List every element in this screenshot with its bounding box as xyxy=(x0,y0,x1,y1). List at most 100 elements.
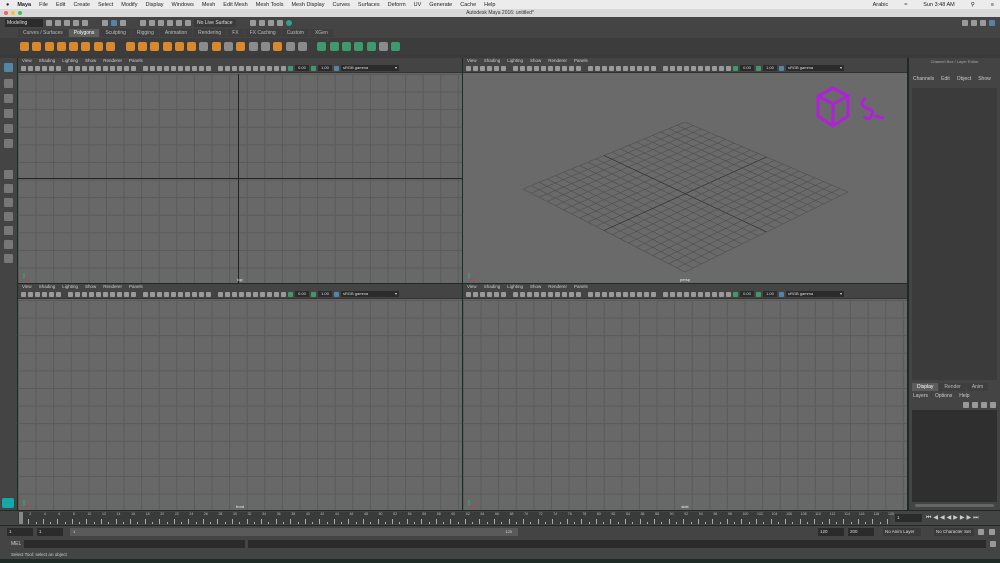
play-forward-icon[interactable]: ▶ xyxy=(953,514,958,522)
move-layer-down-icon[interactable] xyxy=(972,402,978,408)
viewport-tool-icon[interactable] xyxy=(670,291,675,297)
viewport-tool-icon[interactable] xyxy=(218,291,223,297)
insert-edge-loop-icon[interactable] xyxy=(248,42,258,51)
exposure-field[interactable]: 0.00 xyxy=(740,65,754,71)
viewport-tool-icon[interactable] xyxy=(89,291,94,297)
viewport-tool-icon[interactable] xyxy=(131,291,136,297)
viewport-tool-icon[interactable] xyxy=(192,65,197,71)
color-management-icon[interactable] xyxy=(779,291,784,297)
menu-create[interactable]: Create xyxy=(73,2,90,8)
viewport-tool-icon[interactable] xyxy=(602,291,607,297)
viewport-tool-icon[interactable] xyxy=(206,65,211,71)
minimize-button[interactable] xyxy=(11,11,15,15)
append-icon[interactable] xyxy=(224,42,234,51)
uv-editor-icon[interactable] xyxy=(366,42,376,51)
viewport-tool-icon[interactable] xyxy=(663,65,668,71)
viewport-tool-icon[interactable] xyxy=(35,65,40,71)
exposure-field[interactable]: 0.00 xyxy=(295,65,309,71)
step-back-key-icon[interactable]: ◀ xyxy=(933,514,938,522)
layer-tab-display[interactable]: Display xyxy=(912,383,939,391)
open-scene-icon[interactable] xyxy=(55,19,61,26)
apple-icon[interactable]: ● xyxy=(6,2,9,8)
menu-edit-mesh[interactable]: Edit Mesh xyxy=(223,2,247,8)
new-scene-icon[interactable] xyxy=(46,19,52,26)
gamma-field[interactable]: 1.00 xyxy=(318,291,332,297)
viewport-tool-icon[interactable] xyxy=(562,65,567,71)
menu-mesh-tools[interactable]: Mesh Tools xyxy=(256,2,284,8)
snap-plane-icon[interactable] xyxy=(167,19,173,26)
viewport-tool-icon[interactable] xyxy=(42,65,47,71)
new-layer-selected-icon[interactable] xyxy=(990,402,996,408)
menu-mesh-display[interactable]: Mesh Display xyxy=(291,2,324,8)
viewport-tool-icon[interactable] xyxy=(630,65,635,71)
gamma-field[interactable]: 1.00 xyxy=(763,291,777,297)
viewport-tool-icon[interactable] xyxy=(548,291,553,297)
viewport-tool-icon[interactable] xyxy=(616,65,621,71)
viewport-canvas[interactable]: side xyxy=(463,300,907,510)
mode-selector[interactable]: Modeling xyxy=(5,18,43,27)
viewport-tool-icon[interactable] xyxy=(670,65,675,71)
new-layer-icon[interactable] xyxy=(981,402,987,408)
viewport-tool-icon[interactable] xyxy=(185,291,190,297)
viewport-tool-icon[interactable] xyxy=(527,291,532,297)
color-space-dropdown[interactable]: sRGB gamma ▾ xyxy=(341,65,399,71)
uv-planar-icon[interactable] xyxy=(317,42,327,51)
viewport-tool-icon[interactable] xyxy=(602,65,607,71)
layers-menu[interactable]: Layers xyxy=(913,393,928,399)
channel-list[interactable] xyxy=(912,88,997,380)
viewport-tool-icon[interactable] xyxy=(513,65,518,71)
step-forward-key-icon[interactable]: ▶ xyxy=(967,514,972,522)
viewport-tool-icon[interactable] xyxy=(520,65,525,71)
viewport-tool-icon[interactable] xyxy=(562,291,567,297)
object-menu[interactable]: Object xyxy=(957,76,971,82)
viewport-tool-icon[interactable] xyxy=(28,291,33,297)
snap-point-icon[interactable] xyxy=(158,19,164,26)
layer-tab-render[interactable]: Render xyxy=(939,383,966,391)
render-settings-icon[interactable] xyxy=(276,19,283,26)
layer-list[interactable] xyxy=(912,410,997,502)
options-menu[interactable]: Options xyxy=(935,393,952,399)
clock[interactable]: Sun 3:48 AM xyxy=(923,2,955,8)
preferences-icon[interactable] xyxy=(989,529,995,535)
viewport-tool-icon[interactable] xyxy=(569,65,574,71)
range-bar[interactable]: 1 120 xyxy=(70,528,518,536)
save-scene-icon[interactable] xyxy=(64,19,70,26)
viewport-tool-icon[interactable] xyxy=(726,291,731,297)
poly-pipe-icon[interactable] xyxy=(106,42,116,51)
offset-edge-loop-icon[interactable] xyxy=(260,42,270,51)
viewport-tool-icon[interactable] xyxy=(232,65,237,71)
menu-curves[interactable]: Curves xyxy=(332,2,349,8)
viewport-canvas[interactable]: persp xyxy=(463,74,907,283)
viewport-tool-icon[interactable] xyxy=(637,291,642,297)
target-weld-icon[interactable] xyxy=(297,42,307,51)
app-menu[interactable]: Maya xyxy=(17,2,31,8)
color-management-icon[interactable] xyxy=(334,291,339,297)
separate-icon[interactable] xyxy=(137,42,147,51)
poly-sphere-icon[interactable] xyxy=(20,42,29,51)
viewport-tool-icon[interactable] xyxy=(651,65,656,71)
viewport-tool-icon[interactable] xyxy=(225,291,230,297)
snap-surface-icon[interactable] xyxy=(176,19,182,26)
viewport-tool-icon[interactable] xyxy=(117,65,122,71)
viewport-tool-icon[interactable] xyxy=(124,65,129,71)
viewport-tool-icon[interactable] xyxy=(663,291,668,297)
viewport-tool-icon[interactable] xyxy=(555,291,560,297)
viewport-side[interactable]: View Shading Lighting Show Renderer Panels 0.… xyxy=(463,284,907,510)
snap-curve-icon[interactable] xyxy=(149,19,155,26)
viewport-tool-icon[interactable] xyxy=(267,291,272,297)
bridge-icon[interactable] xyxy=(211,42,221,51)
viewport-tool-icon[interactable] xyxy=(96,65,101,71)
layer-scrollbar[interactable] xyxy=(915,504,994,507)
shelf-tab-fx[interactable]: FX xyxy=(227,29,244,37)
viewport-tool-icon[interactable] xyxy=(513,291,518,297)
snap-center-icon[interactable] xyxy=(185,19,191,26)
script-editor-icon[interactable] xyxy=(990,541,996,547)
input-source[interactable]: Arabic xyxy=(873,2,889,8)
viewport-tool-icon[interactable] xyxy=(616,291,621,297)
current-frame-field[interactable]: 1 xyxy=(895,514,922,522)
hypershade-icon[interactable] xyxy=(285,19,292,26)
viewport-tool-icon[interactable] xyxy=(473,65,478,71)
notification-icon[interactable]: ≡ xyxy=(991,2,994,8)
extrude-icon[interactable] xyxy=(187,42,197,51)
viewport-tool-icon[interactable] xyxy=(588,291,593,297)
